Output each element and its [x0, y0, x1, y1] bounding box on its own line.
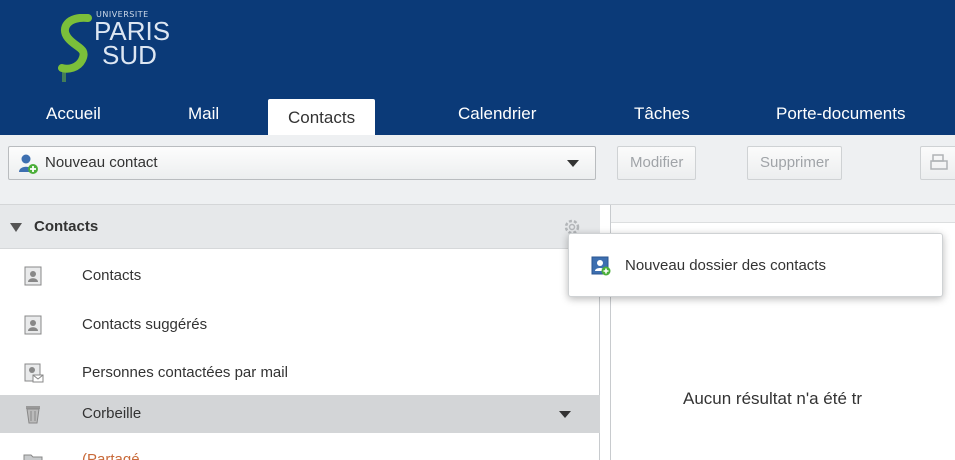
sidebar-item-label: (Partagé ... [82, 451, 157, 460]
sidebar-item-shared[interactable]: (Partagé ... [0, 441, 600, 460]
add-contact-icon [19, 154, 38, 174]
tab-taches[interactable]: Tâches [634, 92, 690, 135]
tab-mail[interactable]: Mail [188, 92, 219, 135]
print-button[interactable] [920, 146, 955, 180]
folder-icon [23, 454, 43, 460]
sidebar-item-label: Personnes contactées par mail [82, 364, 288, 381]
collapse-triangle-icon[interactable] [10, 223, 22, 232]
chevron-down-icon[interactable] [559, 411, 571, 418]
chevron-down-icon[interactable] [567, 160, 579, 167]
toolbar: Nouveau contact Modifier Supprimer [0, 135, 955, 205]
sidebar-title: Contacts [34, 218, 99, 235]
address-book-mail-icon [24, 363, 44, 383]
no-result-message: Aucun résultat n'a été tr [683, 389, 863, 408]
tab-porte-documents[interactable]: Porte-documents [776, 92, 905, 135]
tab-accueil[interactable]: Accueil [46, 92, 101, 135]
sidebar-item-emailed-contacts[interactable]: Personnes contactées par mail [0, 354, 600, 392]
sidebar-item-label: Corbeille [82, 405, 142, 422]
sidebar-item-label: Contacts [82, 267, 142, 284]
app-header: UNIVERSITE PARIS SUD [0, 0, 955, 92]
sidebar-item-suggested-contacts[interactable]: Contacts suggérés [0, 306, 600, 344]
trash-icon [26, 406, 40, 424]
university-logo[interactable]: UNIVERSITE PARIS SUD [58, 8, 198, 90]
delete-button[interactable]: Supprimer [747, 146, 843, 180]
tab-calendrier[interactable]: Calendrier [458, 92, 536, 135]
new-folder-menu: Nouveau dossier des contacts [568, 233, 943, 297]
logo-s-icon [58, 14, 92, 82]
address-book-icon [24, 315, 42, 335]
sidebar-header[interactable]: Contacts [0, 205, 600, 249]
contacts-sidebar: Contacts Contacts Contacts suggérés Pers… [0, 205, 600, 460]
new-contact-folder-icon [591, 256, 611, 276]
list-header-strip [611, 205, 955, 223]
new-contact-button[interactable]: Nouveau contact [8, 146, 596, 180]
main-tabs: Accueil Mail Contacts Calendrier Tâches … [0, 92, 955, 135]
tab-contacts[interactable]: Contacts [268, 99, 376, 135]
sidebar-item-contacts[interactable]: Contacts [0, 257, 600, 295]
print-icon [930, 154, 948, 170]
edit-button[interactable]: Modifier [617, 146, 697, 180]
logo-line3: SUD [102, 40, 157, 70]
sidebar-item-trash[interactable]: Corbeille [0, 395, 600, 433]
new-contact-folder-item[interactable]: Nouveau dossier des contacts [625, 234, 826, 298]
address-book-icon [24, 266, 42, 286]
sidebar-item-label: Contacts suggérés [82, 316, 208, 333]
new-contact-label: Nouveau contact [45, 154, 158, 171]
